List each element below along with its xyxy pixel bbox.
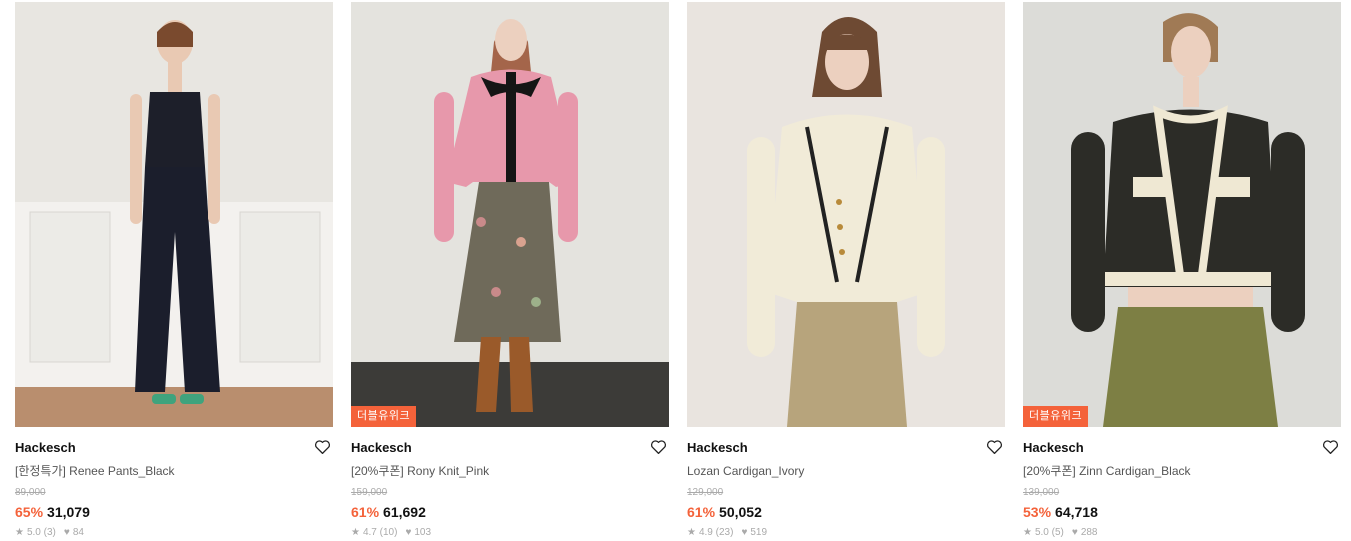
rating: 4.7 (10) bbox=[362, 527, 398, 538]
original-price: 129,000 bbox=[687, 487, 724, 498]
product-name[interactable]: Lozan Cardigan_Ivory bbox=[687, 464, 1005, 479]
like-count: 84 bbox=[72, 527, 84, 538]
product-image[interactable] bbox=[15, 2, 333, 427]
discount-rate: 65% bbox=[15, 504, 44, 520]
review-meta: ★ 5.0 (3) ♥ 84 bbox=[15, 527, 333, 539]
product-card[interactable]: 더블유위크 Hackesch [20%쿠폰] Zinn Cardigan_Bla… bbox=[1023, 2, 1341, 539]
original-price: 139,000 bbox=[1023, 487, 1060, 498]
star-icon: ★ bbox=[15, 527, 24, 538]
product-image[interactable]: 더블유위크 bbox=[1023, 2, 1341, 427]
original-price: 159,000 bbox=[351, 487, 388, 498]
heart-icon[interactable] bbox=[314, 439, 331, 455]
product-name[interactable]: [한정특가] Renee Pants_Black bbox=[15, 464, 333, 479]
discount-rate: 61% bbox=[687, 504, 716, 520]
product-image[interactable] bbox=[687, 2, 1005, 427]
product-name[interactable]: [20%쿠폰] Zinn Cardigan_Black bbox=[1023, 464, 1341, 479]
star-icon: ★ bbox=[1023, 527, 1032, 538]
brand-name[interactable]: Hackesch bbox=[1023, 440, 1341, 456]
rating: 5.0 (3) bbox=[26, 527, 56, 538]
product-name[interactable]: [20%쿠폰] Rony Knit_Pink bbox=[351, 464, 669, 479]
like-count: 288 bbox=[1080, 527, 1098, 538]
like-icon: ♥ bbox=[63, 527, 70, 538]
product-info: Hackesch [한정특가] Renee Pants_Black 89,000… bbox=[15, 427, 333, 539]
product-photo bbox=[687, 2, 1005, 427]
like-count: 103 bbox=[414, 527, 432, 538]
rating: 5.0 (5) bbox=[1034, 527, 1064, 538]
price-row: 61% 50,052 bbox=[687, 504, 1005, 521]
promo-badge: 더블유위크 bbox=[1023, 406, 1089, 427]
product-grid: Hackesch [한정특가] Renee Pants_Black 89,000… bbox=[0, 0, 1351, 541]
heart-icon[interactable] bbox=[1322, 439, 1339, 455]
sale-price: 31,079 bbox=[47, 504, 90, 520]
brand-name[interactable]: Hackesch bbox=[687, 440, 1005, 456]
star-icon: ★ bbox=[351, 527, 360, 538]
review-meta: ★ 4.9 (23) ♥ 519 bbox=[687, 527, 1005, 539]
product-info: Hackesch Lozan Cardigan_Ivory 129,000 61… bbox=[687, 427, 1005, 539]
sale-price: 50,052 bbox=[719, 504, 762, 520]
heart-icon[interactable] bbox=[986, 439, 1003, 455]
original-price: 89,000 bbox=[15, 487, 46, 498]
product-photo bbox=[15, 2, 333, 427]
brand-name[interactable]: Hackesch bbox=[15, 440, 333, 456]
review-meta: ★ 4.7 (10) ♥ 103 bbox=[351, 527, 669, 539]
sale-price: 61,692 bbox=[383, 504, 426, 520]
product-card[interactable]: Hackesch Lozan Cardigan_Ivory 129,000 61… bbox=[687, 2, 1005, 539]
like-icon: ♥ bbox=[741, 527, 748, 538]
product-card[interactable]: 더블유위크 Hackesch [20%쿠폰] Rony Knit_Pink 15… bbox=[351, 2, 669, 539]
product-photo bbox=[1023, 2, 1341, 427]
star-icon: ★ bbox=[687, 527, 696, 538]
discount-rate: 61% bbox=[351, 504, 380, 520]
like-icon: ♥ bbox=[405, 527, 412, 538]
brand-name[interactable]: Hackesch bbox=[351, 440, 669, 456]
product-card[interactable]: Hackesch [한정특가] Renee Pants_Black 89,000… bbox=[15, 2, 333, 539]
review-meta: ★ 5.0 (5) ♥ 288 bbox=[1023, 527, 1341, 539]
like-count: 519 bbox=[750, 527, 768, 538]
promo-badge: 더블유위크 bbox=[351, 406, 417, 427]
product-image[interactable]: 더블유위크 bbox=[351, 2, 669, 427]
price-row: 53% 64,718 bbox=[1023, 504, 1341, 521]
rating: 4.9 (23) bbox=[698, 527, 734, 538]
product-photo bbox=[351, 2, 669, 427]
product-info: Hackesch [20%쿠폰] Rony Knit_Pink 159,000 … bbox=[351, 427, 669, 539]
sale-price: 64,718 bbox=[1055, 504, 1098, 520]
price-row: 61% 61,692 bbox=[351, 504, 669, 521]
product-info: Hackesch [20%쿠폰] Zinn Cardigan_Black 139… bbox=[1023, 427, 1341, 539]
like-icon: ♥ bbox=[1071, 527, 1078, 538]
price-row: 65% 31,079 bbox=[15, 504, 333, 521]
heart-icon[interactable] bbox=[650, 439, 667, 455]
discount-rate: 53% bbox=[1023, 504, 1052, 520]
